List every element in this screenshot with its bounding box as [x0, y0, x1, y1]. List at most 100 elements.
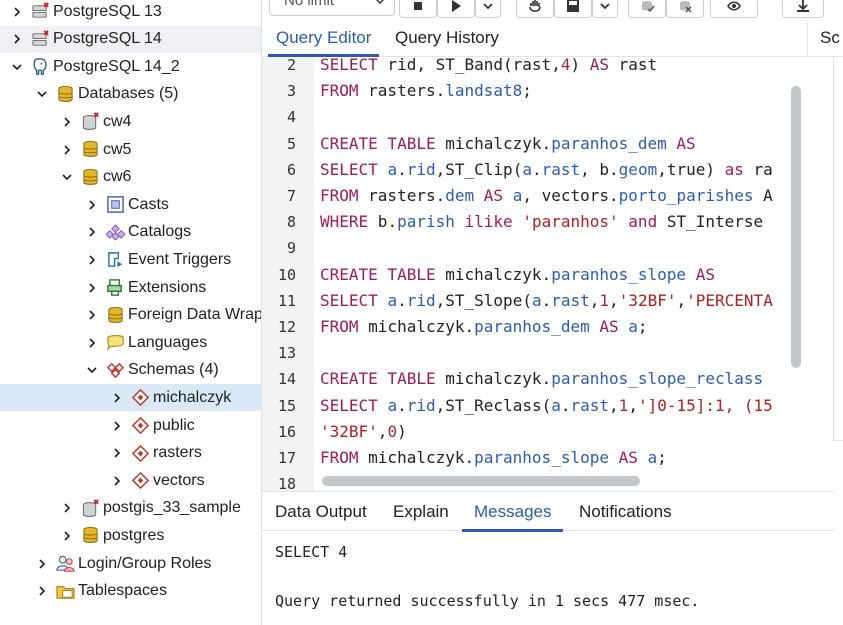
tree-item-cw5[interactable]: cw5 [0, 136, 261, 163]
code-line[interactable]: SELECT a.rid,ST_Reclass(a.rast,1,']0-15]… [320, 396, 773, 415]
chevron-right-icon[interactable] [110, 419, 124, 433]
tree-item-event-triggers[interactable]: Event Triggers [0, 246, 261, 273]
chevron-right-icon[interactable] [85, 281, 99, 295]
tree-item-tablespaces[interactable]: Tablespaces [0, 578, 261, 605]
code-token: a [551, 395, 561, 415]
code-token: FROM [320, 81, 359, 101]
tab-explain[interactable]: Explain [381, 500, 461, 532]
tree-item-postgresql-13[interactable]: PostgreSQL 13 [0, 0, 261, 25]
chevron-right-icon[interactable] [10, 32, 24, 46]
schema-icon [130, 471, 150, 491]
chevron-down-icon[interactable] [10, 60, 24, 74]
code-line[interactable]: CREATE TABLE michalczyk.paranhos_dem AS [320, 134, 696, 153]
code-line[interactable]: FROM rasters.landsat8; [320, 81, 532, 100]
chevron-right-icon[interactable] [85, 308, 99, 322]
tree-item-extensions[interactable]: Extensions [0, 274, 261, 301]
tab-scratch-pad[interactable]: Sc [807, 22, 843, 57]
code-line[interactable]: CREATE TABLE michalczyk.paranhos_slope_r… [320, 369, 763, 388]
tree-item-cw4[interactable]: cw4 [0, 108, 261, 135]
chevron-right-icon[interactable] [85, 198, 99, 212]
tree-item-postgres[interactable]: postgres [0, 522, 261, 549]
code-token: AS [599, 317, 619, 336]
chevron-right-icon[interactable] [85, 253, 99, 267]
code-token: FROM [320, 317, 359, 336]
code-token: CREATE TABLE [320, 264, 436, 284]
tab-data-output[interactable]: Data Output [263, 500, 379, 532]
tree-item-foreign-data-wrap[interactable]: Foreign Data Wrap [0, 302, 261, 329]
execute-options-button[interactable] [475, 0, 501, 18]
chevron-right-icon[interactable] [10, 5, 24, 19]
code-token: ,ST_Slope( [435, 290, 532, 310]
tree-item-label: michalczyk [153, 388, 232, 406]
clear-button[interactable] [710, 0, 758, 18]
chevron-right-icon[interactable] [60, 115, 74, 129]
code-token: 'PERCENTA [686, 290, 773, 310]
code-line[interactable]: FROM michalczyk.paranhos_dem AS a; [320, 317, 648, 336]
download-button[interactable] [782, 0, 824, 18]
chevron-down-icon[interactable] [35, 87, 49, 101]
chevron-right-icon[interactable] [35, 584, 49, 598]
code-line[interactable]: CREATE TABLE michalczyk.paranhos_slope A… [320, 265, 715, 284]
tree-item-databases-5[interactable]: Databases (5) [0, 81, 261, 108]
rollback-button[interactable] [666, 0, 704, 18]
tab-query-editor[interactable]: Query Editor [268, 26, 380, 57]
tab-query-history[interactable]: Query History [387, 26, 507, 57]
chevron-down-icon [483, 3, 493, 10]
code-line[interactable]: '32BF',0) [320, 422, 407, 441]
code-line[interactable]: SELECT a.rid,ST_Clip(a.rast, b.geom,true… [320, 160, 773, 179]
tree-item-catalogs[interactable]: Catalogs [0, 219, 261, 246]
tab-notifications[interactable]: Notifications [567, 500, 684, 532]
foreign-data-wrapper-icon [105, 305, 125, 325]
chevron-right-icon[interactable] [85, 225, 99, 239]
chevron-right-icon[interactable] [110, 391, 124, 405]
code-token: a [628, 317, 638, 336]
stop-button[interactable] [399, 0, 437, 18]
code-token: rid, ST_Band(rast, [377, 57, 561, 74]
chevron-right-icon[interactable] [110, 474, 124, 488]
save-button[interactable] [554, 0, 592, 18]
chevron-down-icon[interactable] [85, 363, 99, 377]
code-line[interactable]: FROM rasters.dem AS a, vectors.porto_par… [320, 186, 773, 205]
tree-item-postgis-33-sample[interactable]: postgis_33_sample [0, 495, 261, 522]
tab-messages[interactable]: Messages [462, 500, 564, 532]
chevron-right-icon[interactable] [60, 501, 74, 515]
chevron-right-icon[interactable] [60, 143, 74, 157]
tree-item-postgresql-14-2[interactable]: PostgreSQL 14_2 [0, 53, 261, 80]
chevron-right-icon[interactable] [110, 446, 124, 460]
chevron-right-icon[interactable] [60, 529, 74, 543]
tree-item-public[interactable]: public [0, 412, 261, 439]
tree-item-cw6[interactable]: cw6 [0, 164, 261, 191]
tree-item-michalczyk[interactable]: michalczyk [0, 384, 261, 412]
commit-button[interactable] [628, 0, 666, 18]
code-token: '32BF' [320, 421, 378, 441]
editor-vertical-scrollbar[interactable] [791, 86, 801, 368]
code-token: AS [589, 57, 609, 74]
execute-button[interactable] [437, 0, 475, 18]
sql-code-editor[interactable]: 2 3 4 5 6 7 8 9 10 11 12 13 14 15 16 17 18 SELECT rid, S… [262, 57, 807, 491]
tree-item-rasters[interactable]: rasters [0, 440, 261, 467]
line-number: 16 [277, 422, 296, 441]
tree-item-login-group-roles[interactable]: Login/Group Roles [0, 550, 261, 577]
tree-item-vectors[interactable]: vectors [0, 467, 261, 494]
tree-item-languages[interactable]: Languages [0, 329, 261, 356]
line-number: 8 [286, 213, 296, 232]
explain-button[interactable] [516, 0, 554, 18]
code-line[interactable]: WHERE b.parish ilike 'paranhos' and ST_I… [320, 212, 763, 231]
tree-item-postgresql-14[interactable]: PostgreSQL 14 [0, 25, 261, 53]
tree-item-schemas-4[interactable]: Schemas (4) [0, 357, 261, 384]
code-line[interactable]: SELECT rid, ST_Band(rast,4) AS rast [320, 57, 657, 74]
event-triggers-icon [105, 250, 125, 270]
row-limit-select[interactable]: No limit [269, 0, 395, 16]
code-line[interactable]: SELECT a.rid,ST_Slope(a.rast,1,'32BF','P… [320, 291, 773, 310]
tree-item-casts[interactable]: Casts [0, 191, 261, 218]
chevron-right-icon[interactable] [35, 557, 49, 571]
editor-horizontal-scrollbar[interactable] [322, 476, 640, 486]
chevron-right-icon[interactable] [85, 336, 99, 350]
extensions-icon [105, 278, 125, 298]
code-token: rast [551, 290, 590, 310]
save-options-button[interactable] [592, 0, 618, 18]
chevron-down-icon[interactable] [60, 170, 74, 184]
code-line[interactable]: FROM michalczyk.paranhos_slope AS a; [320, 448, 667, 467]
